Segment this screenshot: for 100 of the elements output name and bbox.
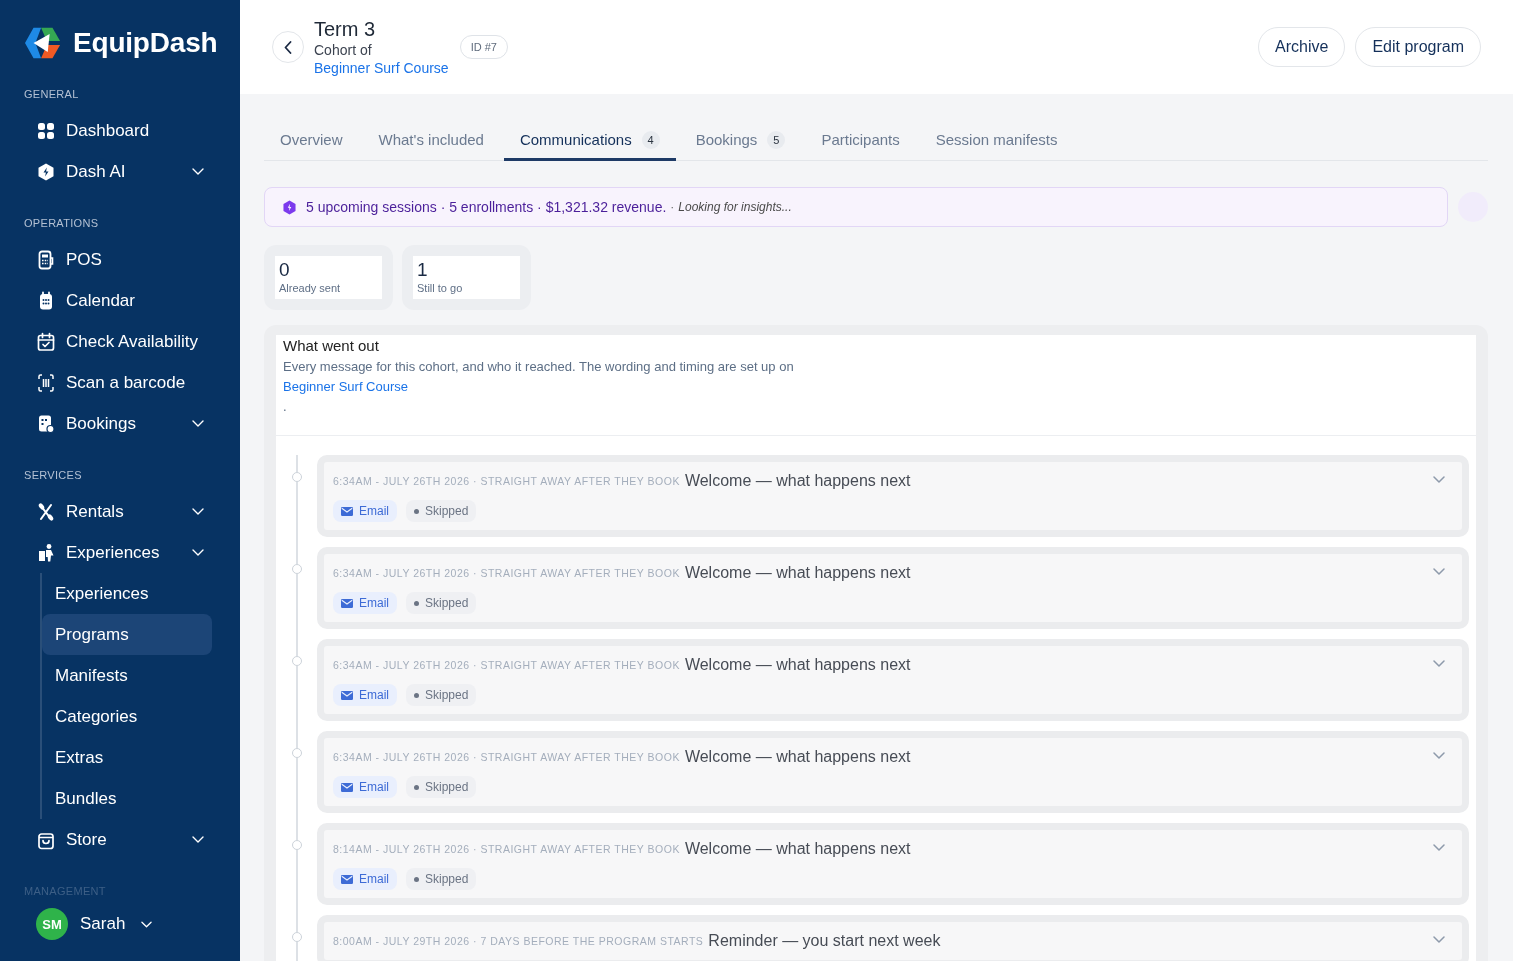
nav-subitem[interactable]: Extras xyxy=(42,737,212,778)
message-title: Reminder — you start next week xyxy=(708,932,941,950)
course-link[interactable]: Beginner Surf Course xyxy=(314,59,449,77)
message-title: Welcome — what happens next xyxy=(684,564,911,582)
message-card[interactable]: 8:14AM - JULY 26TH 2026 · STRAIGHT AWAY AFTER THEY BOOK Welcome — what happens next Email Skipped xyxy=(317,823,1469,905)
booking-sheet-icon xyxy=(36,413,56,434)
channel-label: Email xyxy=(359,504,389,518)
nav-subitem[interactable]: Categories xyxy=(42,696,212,737)
envelope-icon xyxy=(341,690,353,700)
message-card[interactable]: 6:34AM - JULY 26TH 2026 · STRAIGHT AWAY AFTER THEY BOOK Welcome — what happens next Email Skipped xyxy=(317,731,1469,813)
chevron-down-icon xyxy=(141,920,153,928)
message-schedule: 8:00AM - JULY 29TH 2026 · 7 DAYS BEFORE THE PROGRAM STARTS xyxy=(333,935,704,947)
tab[interactable]: Session manifests xyxy=(919,121,1074,161)
hexagon-bolt-icon xyxy=(283,199,296,215)
status-dot-icon xyxy=(414,600,419,606)
calendar-check-icon xyxy=(36,331,56,352)
section-label: SERVICES xyxy=(24,468,83,483)
stat-label: Still to go xyxy=(417,281,464,296)
envelope-icon xyxy=(341,598,353,608)
person-icon xyxy=(36,542,56,563)
period-text: . xyxy=(283,398,287,416)
envelope-icon xyxy=(341,506,353,516)
nav-item[interactable]: Check Availability xyxy=(24,321,212,362)
message-card[interactable]: 6:34AM - JULY 26TH 2026 · STRAIGHT AWAY AFTER THEY BOOK Welcome — what happens next Email Skipped xyxy=(317,639,1469,721)
description-text: Every message for this cohort, and who it reached. The wording and timing are set up on xyxy=(283,358,794,376)
message-schedule: 6:34AM - JULY 26TH 2026 · STRAIGHT AWAY AFTER THEY BOOK xyxy=(333,567,680,579)
insights-summary: 5 upcoming sessions · 5 enrollments · $1,321.32 revenue. xyxy=(306,199,667,215)
hexagon-bolt-icon xyxy=(36,161,56,182)
channel-label: Email xyxy=(359,596,389,610)
logo-icon xyxy=(24,25,62,61)
envelope-icon xyxy=(341,782,353,792)
timeline-dot-icon xyxy=(291,472,302,482)
user-menu[interactable]: SM Sarah xyxy=(24,904,212,944)
nav-subitem[interactable]: Manifests xyxy=(42,655,212,696)
brand-name: EquipDash xyxy=(73,27,218,59)
chevron-down-icon[interactable] xyxy=(1433,567,1445,575)
status-dot-icon xyxy=(414,784,419,790)
nav-subitem[interactable]: Experiences xyxy=(42,573,212,614)
timeline-line xyxy=(295,455,298,472)
message-card[interactable]: 6:34AM - JULY 26TH 2026 · STRAIGHT AWAY AFTER THEY BOOK Welcome — what happens next Email Skipped xyxy=(317,455,1469,537)
nav-subitem[interactable]: Programs xyxy=(42,614,212,655)
timeline-dot-icon xyxy=(291,932,302,942)
action-button[interactable]: Archive xyxy=(1258,27,1346,67)
section-title: What went out xyxy=(283,336,379,356)
status-dot-icon xyxy=(414,876,419,882)
stat-value: 0 xyxy=(279,259,291,281)
message-schedule: 6:34AM - JULY 26TH 2026 · STRAIGHT AWAY AFTER THEY BOOK xyxy=(333,659,680,671)
nav-item[interactable]: Scan a barcode xyxy=(24,362,212,403)
nav-item[interactable]: Dash AI xyxy=(24,151,212,192)
message-card[interactable]: 6:34AM - JULY 26TH 2026 · STRAIGHT AWAY AFTER THEY BOOK Welcome — what happens next Email Skipped xyxy=(317,547,1469,629)
tab[interactable]: Overview xyxy=(264,121,359,161)
chevron-down-icon[interactable] xyxy=(1433,751,1445,759)
barcode-scan-icon xyxy=(36,372,56,393)
user-avatar: SM xyxy=(36,908,68,940)
crossed-paddles-icon xyxy=(36,501,56,522)
timeline-dot-icon xyxy=(291,748,302,758)
count-badge: 5 xyxy=(767,130,786,149)
chevron-down-icon[interactable] xyxy=(1433,659,1445,667)
tab[interactable]: Bookings 5 xyxy=(679,121,802,161)
action-button[interactable]: Edit program xyxy=(1355,27,1481,67)
message-title: Welcome — what happens next xyxy=(684,748,911,766)
timeline-dot-icon xyxy=(291,840,302,850)
tab[interactable]: Communications 4 xyxy=(503,121,676,161)
tab[interactable]: What's included xyxy=(362,121,500,161)
status-label: Skipped xyxy=(425,780,469,794)
tab[interactable]: Participants xyxy=(805,121,916,161)
page-title: Term 3 xyxy=(314,17,377,41)
message-schedule: 8:14AM - JULY 26TH 2026 · STRAIGHT AWAY AFTER THEY BOOK xyxy=(333,843,680,855)
nav-item[interactable]: Bookings xyxy=(24,403,212,444)
channel-label: Email xyxy=(359,688,389,702)
count-badge: 4 xyxy=(641,130,660,149)
chevron-down-icon[interactable] xyxy=(1433,475,1445,483)
nav-item[interactable]: Rentals xyxy=(24,491,212,532)
status-label: Skipped xyxy=(425,688,469,702)
status-dot-icon xyxy=(414,508,419,514)
message-title: Welcome — what happens next xyxy=(684,840,911,858)
chevron-left-icon xyxy=(284,40,292,54)
card-reader-icon xyxy=(36,249,56,270)
nav-item[interactable]: Dashboard xyxy=(24,110,212,151)
status-label: Skipped xyxy=(425,872,469,886)
nav-item[interactable]: Experiences xyxy=(24,532,212,573)
nav-item[interactable]: Store xyxy=(24,819,212,860)
separator-text: · xyxy=(670,200,675,214)
message-title: Welcome — what happens next xyxy=(684,656,911,674)
nav-subitem[interactable]: Bundles xyxy=(42,778,212,819)
status-label: Skipped xyxy=(425,596,469,610)
section-label: GENERAL xyxy=(24,87,80,102)
nav-item[interactable]: Calendar xyxy=(24,280,212,321)
message-card[interactable]: 8:00AM - JULY 29TH 2026 · 7 DAYS BEFORE THE PROGRAM STARTS Reminder — you start next week xyxy=(317,915,1469,961)
course-link[interactable]: Beginner Surf Course xyxy=(283,377,408,397)
envelope-icon xyxy=(341,874,353,884)
chevron-down-icon[interactable] xyxy=(1433,935,1445,943)
chevron-down-icon[interactable] xyxy=(1433,843,1445,851)
back-button[interactable] xyxy=(272,31,304,63)
timeline-line xyxy=(295,942,298,961)
nav-item[interactable]: POS xyxy=(24,239,212,280)
grid-icon xyxy=(36,120,56,141)
timeline-dot-icon xyxy=(291,656,302,666)
channel-label: Email xyxy=(359,872,389,886)
status-label: Skipped xyxy=(425,504,469,518)
